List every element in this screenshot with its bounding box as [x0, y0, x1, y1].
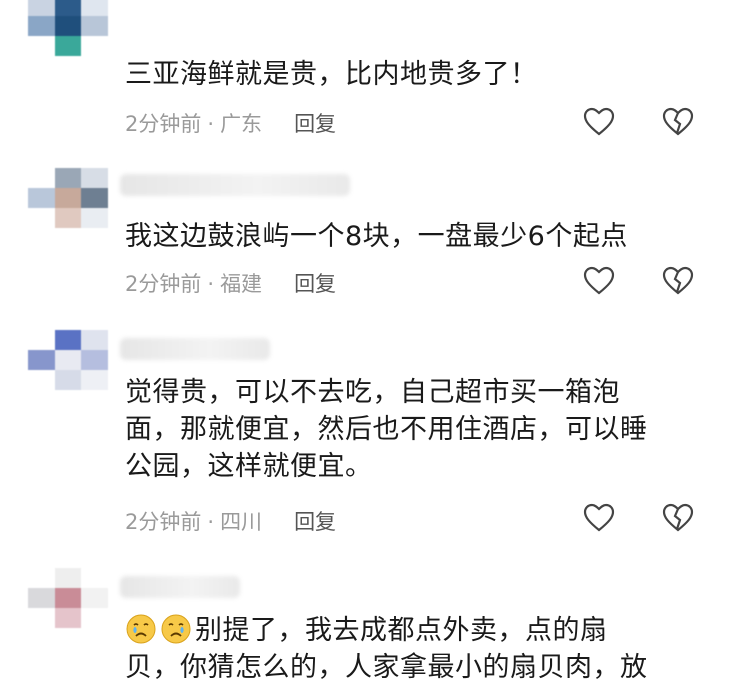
username-blurred	[120, 338, 270, 360]
meta-separator: ·	[207, 272, 215, 296]
comment-time: 2分钟前	[125, 112, 202, 136]
reply-button[interactable]: 回复	[294, 112, 336, 136]
comment-location: 广东	[220, 112, 263, 136]
avatar[interactable]	[28, 568, 108, 628]
comment-text: 三亚海鲜就是贵，比内地贵多了！	[125, 59, 538, 90]
username-blurred	[120, 174, 350, 196]
comment-time: 2分钟前	[125, 272, 202, 296]
heart-outline-icon[interactable]	[583, 107, 615, 137]
reply-button[interactable]: 回复	[294, 510, 336, 534]
username-blurred	[120, 576, 240, 598]
avatar[interactable]	[28, 330, 108, 390]
comment-location: 福建	[220, 272, 263, 296]
heart-outline-icon[interactable]	[583, 503, 615, 533]
meta-separator: ·	[207, 112, 215, 136]
comment-text: 别提了，我去成都点外卖，点的扇 贝，你猜怎么的，人家拿最小的扇贝肉，放	[125, 612, 715, 686]
meta-separator: ·	[207, 510, 215, 534]
crying-face-emoji	[126, 614, 156, 644]
heart-outline-icon[interactable]	[583, 266, 615, 296]
crying-face-emoji	[161, 614, 191, 644]
avatar[interactable]	[28, 168, 108, 228]
broken-heart-icon[interactable]	[662, 503, 694, 533]
broken-heart-icon[interactable]	[662, 266, 694, 296]
comment-text: 我这边鼓浪屿一个8块，一盘最少6个起点	[125, 221, 628, 252]
avatar[interactable]	[28, 0, 108, 56]
comment-time: 2分钟前	[125, 510, 202, 534]
comment-text: 觉得贵，可以不去吃，自己超市买一箱泡 面，那就便宜，然后也不用住酒店，可以睡 公…	[125, 377, 648, 482]
comment-meta: 2分钟前 · 广东 回复	[125, 108, 336, 138]
broken-heart-icon[interactable]	[662, 107, 694, 137]
comment-location: 四川	[220, 510, 263, 534]
comment-meta: 2分钟前 · 四川 回复	[125, 506, 336, 536]
reply-button[interactable]: 回复	[294, 272, 336, 296]
comment-text-body: 别提了，我去成都点外卖，点的扇 贝，你猜怎么的，人家拿最小的扇贝肉，放	[125, 615, 648, 683]
comment-meta: 2分钟前 · 福建 回复	[125, 268, 336, 298]
